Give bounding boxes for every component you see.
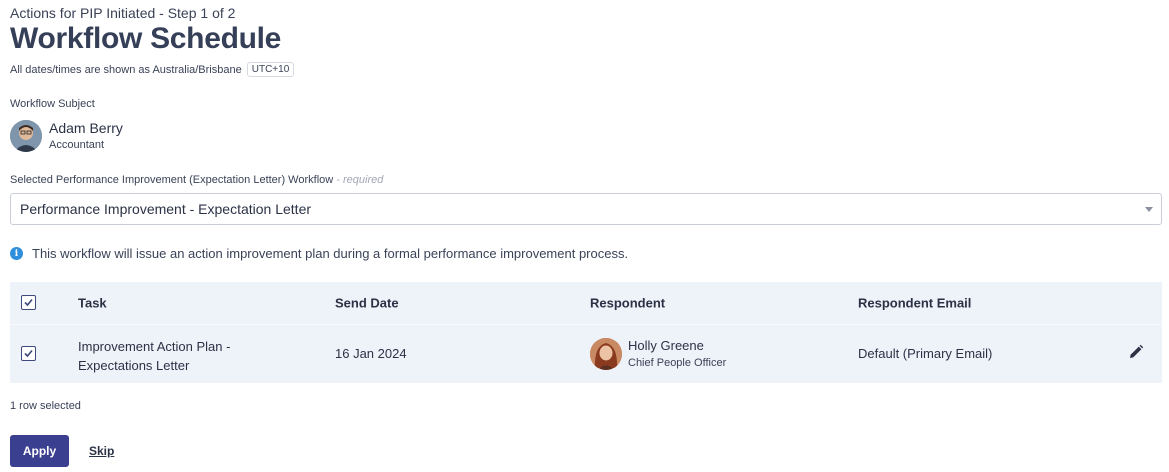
check-icon: [24, 298, 33, 307]
table-row-separator: [10, 324, 1162, 325]
info-banner: i This workflow will issue an action imp…: [10, 246, 628, 261]
respondent-avatar: [590, 338, 622, 370]
selected-count: 1 row selected: [10, 400, 81, 412]
subject-name: Adam Berry: [49, 120, 123, 136]
subject-avatar: [10, 120, 42, 152]
workflow-select-value: Performance Improvement - Expectation Le…: [20, 201, 312, 217]
info-icon: i: [10, 247, 23, 260]
column-header-send-date: Send Date: [335, 295, 399, 311]
step-indicator: Actions for PIP Initiated - Step 1 of 2: [10, 5, 236, 21]
skip-link[interactable]: Skip: [89, 444, 114, 458]
check-icon: [24, 349, 33, 358]
apply-button[interactable]: Apply: [10, 435, 69, 467]
subject-role: Accountant: [49, 139, 105, 151]
workflow-subject-label: Workflow Subject: [10, 98, 95, 110]
workflow-select-label-text: Selected Performance Improvement (Expect…: [10, 174, 334, 186]
required-note: - required: [336, 174, 384, 186]
workflow-select[interactable]: Performance Improvement - Expectation Le…: [10, 193, 1162, 225]
send-date: 16 Jan 2024: [335, 346, 407, 361]
column-header-task: Task: [78, 295, 107, 311]
column-header-respondent: Respondent: [590, 295, 666, 311]
workflow-select-label: Selected Performance Improvement (Expect…: [10, 174, 383, 186]
edit-icon[interactable]: [1128, 344, 1144, 360]
respondent-name: Holly Greene: [628, 338, 704, 353]
task-name-line2: Expectations Letter: [78, 358, 190, 373]
respondent-role: Chief People Officer: [628, 357, 727, 369]
info-message: This workflow will issue an action impro…: [32, 246, 629, 261]
timezone-note: All dates/times are shown as Australia/B…: [10, 62, 295, 77]
task-name-line1: Improvement Action Plan -: [78, 339, 231, 354]
page-title: Workflow Schedule: [10, 22, 282, 55]
task-name: Improvement Action Plan - Expectations L…: [78, 337, 230, 375]
column-header-respondent-email: Respondent Email: [858, 295, 972, 311]
select-all-checkbox[interactable]: [21, 295, 36, 310]
row-checkbox[interactable]: [21, 346, 36, 361]
task-table: Task Send Date Respondent Respondent Ema…: [10, 282, 1162, 383]
timezone-badge: UTC+10: [246, 62, 295, 77]
respondent-email: Default (Primary Email): [858, 346, 993, 361]
timezone-text: All dates/times are shown as Australia/B…: [10, 63, 242, 76]
chevron-down-icon: [1145, 207, 1153, 212]
